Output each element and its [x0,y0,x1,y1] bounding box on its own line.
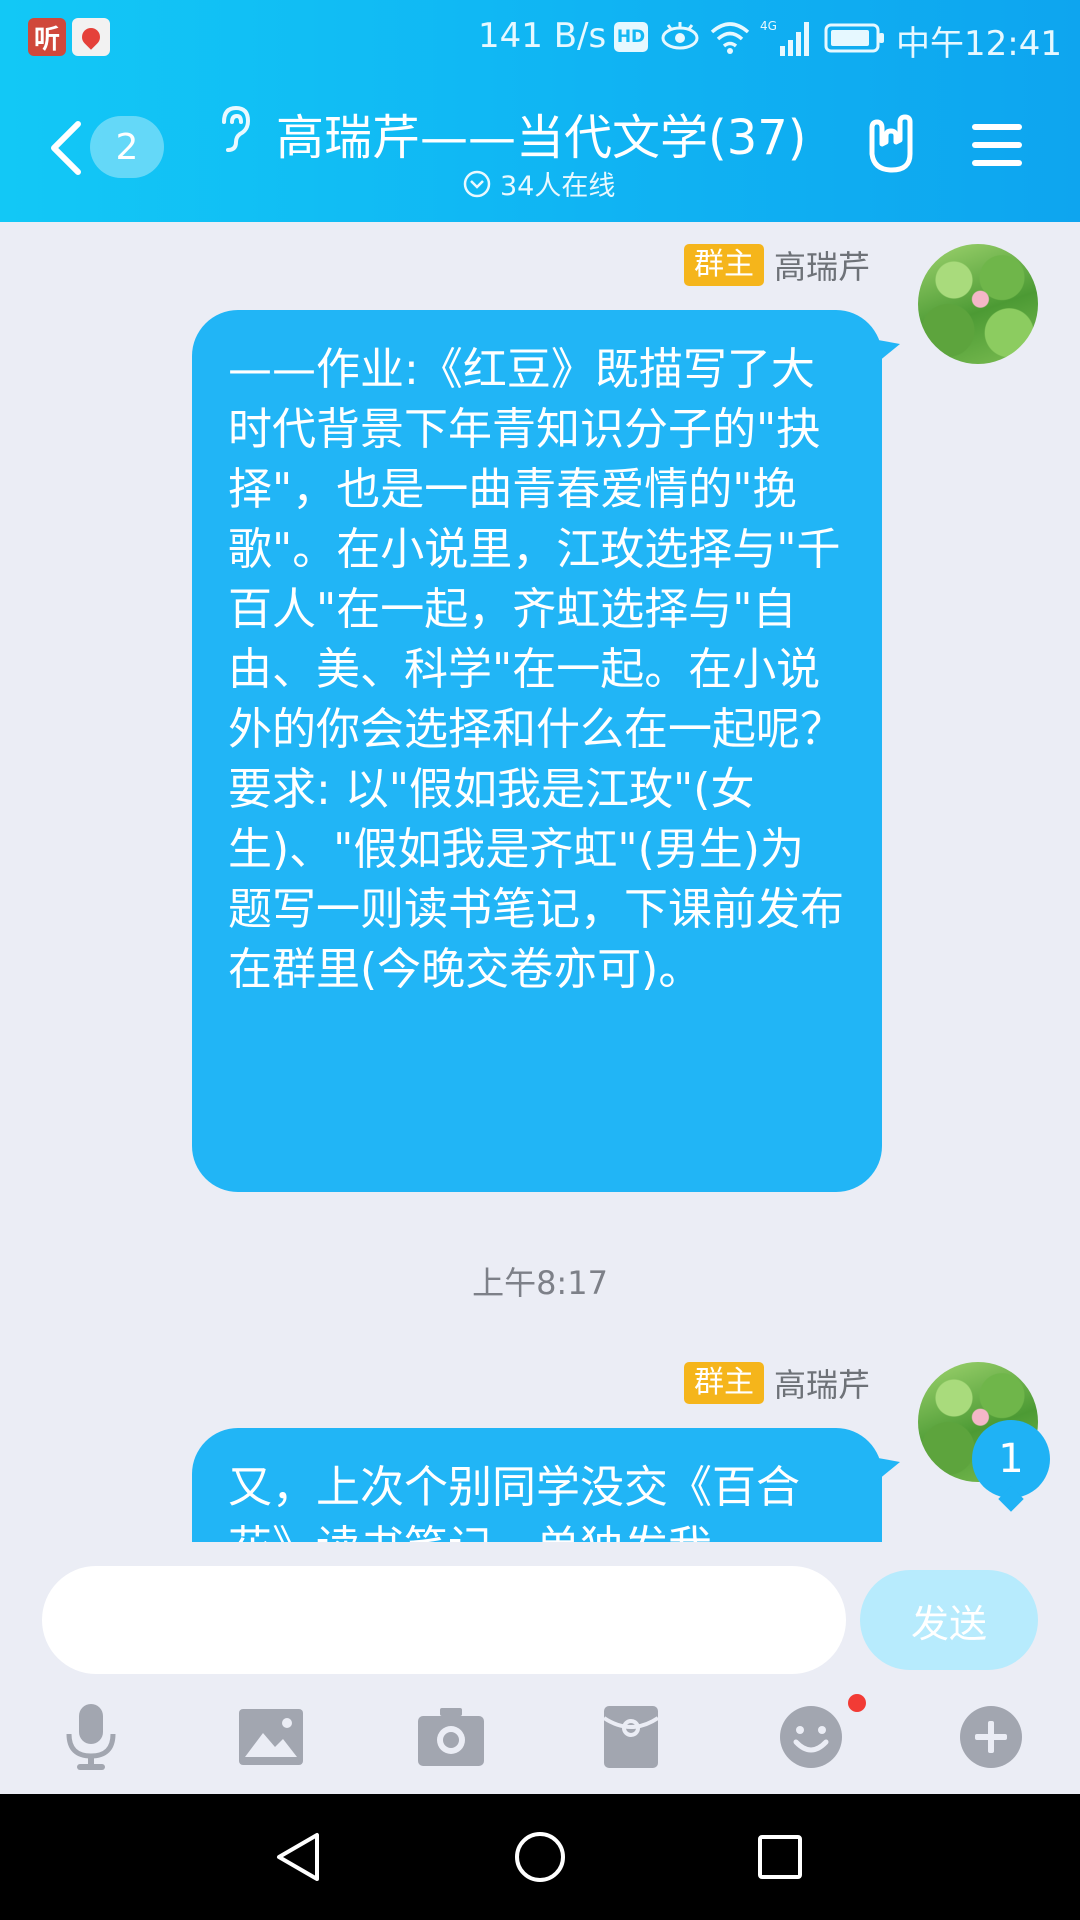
chat-title[interactable]: 高瑞芹——当代文学(37) [276,98,807,168]
network-type: 4G [760,19,777,33]
bubble-tail [878,340,900,362]
online-status[interactable]: 34人在线 [462,164,615,203]
chevron-circle-icon [463,170,491,197]
system-nav-bar [0,1794,1080,1920]
network-speed: 141 B/s [478,16,607,56]
chat-area[interactable]: 群主 高瑞芹 ——作业:《红豆》既描写了大时代背景下年青知识分子的"抉择"，也是… [0,222,1080,1542]
status-bar: 听 141 B/s HD 4G 中午12:41 [0,0,1080,74]
emoji-icon[interactable] [766,1692,856,1782]
input-toolbar [0,1692,1080,1782]
avatar[interactable] [918,244,1038,364]
sender-name[interactable]: 高瑞芹 [774,242,870,288]
eye-comfort-icon [661,22,699,50]
camera-icon[interactable] [406,1692,496,1782]
time-divider: 上午8:17 [472,1264,608,1302]
sender-name[interactable]: 高瑞芹 [774,1360,870,1406]
message-bubble[interactable]: ——作业:《红豆》既描写了大时代背景下年青知识分子的"抉择"，也是一曲青春爱情的… [192,310,882,1192]
wifi-icon [710,22,750,54]
input-area: 发送 [0,1542,1080,1794]
map-app-icon [72,18,110,56]
send-button[interactable]: 发送 [860,1570,1038,1670]
listen-app-glyph: 听 [33,24,60,55]
menu-icon[interactable] [970,120,1024,170]
message-input[interactable] [42,1566,846,1674]
nav-back-icon[interactable] [264,1822,334,1892]
header: 听 141 B/s HD 4G 中午12:41 2 高瑞芹——当代文学(37) … [0,0,1080,222]
status-time: 中午12:41 [896,24,1062,64]
message-bubble[interactable]: 又，上次个别同学没交《百合花》读书笔记，单独发我 [192,1428,882,1542]
plus-icon[interactable] [946,1692,1036,1782]
nav-recents-icon[interactable] [745,1822,815,1892]
battery-icon [824,23,884,53]
rock-hand-icon[interactable] [860,114,922,176]
owner-badge: 群主 [683,244,764,286]
red-packet-icon[interactable] [586,1692,676,1782]
ear-icon[interactable] [214,104,254,154]
online-count: 34人在线 [500,171,616,202]
owner-badge: 群主 [683,1362,764,1404]
sender-row: 群主 高瑞芹 [683,242,870,288]
nav-home-icon[interactable] [505,1822,575,1892]
back-icon[interactable] [46,118,86,178]
signal-icon: 4G [760,19,809,56]
unread-count-badge[interactable]: 2 [90,116,164,178]
new-message-badge[interactable]: 1 [972,1420,1050,1498]
bubble-tail [878,1458,900,1480]
microphone-icon[interactable] [46,1692,136,1782]
notification-dot [848,1694,866,1712]
sender-row: 群主 高瑞芹 [683,1360,870,1406]
image-icon[interactable] [226,1692,316,1782]
hd-icon: HD [614,22,648,52]
listen-app-icon: 听 [28,18,66,56]
